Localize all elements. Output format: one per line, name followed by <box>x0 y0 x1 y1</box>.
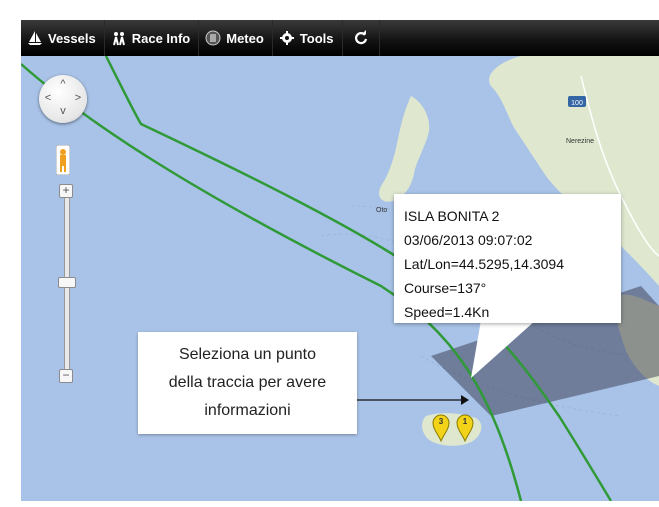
race-info-menu-button[interactable]: Race Info <box>105 20 200 56</box>
street-view-pegman-icon[interactable] <box>55 144 71 176</box>
race-info-label: Race Info <box>131 30 191 46</box>
popup-vessel-name: ISLA BONITA 2 <box>404 208 500 224</box>
gear-icon <box>279 30 295 46</box>
sailboat-icon <box>27 30 43 46</box>
pan-left-icon[interactable]: < <box>42 92 54 104</box>
track-marker-1[interactable]: 1 <box>456 414 474 443</box>
popup-course: Course=137° <box>404 280 487 296</box>
instruction-callout: Seleziona un punto della traccia per ave… <box>138 332 357 434</box>
tools-label: Tools <box>299 30 334 46</box>
zoom-out-button[interactable]: − <box>59 369 73 383</box>
map-app-frame: Vessels Race Info Meteo Tools 100 Nerezi… <box>21 20 659 501</box>
popup-speed: Speed=1.4Kn <box>404 304 490 320</box>
meteo-label: Meteo <box>226 30 264 46</box>
pan-control[interactable]: ^ < > v <box>39 75 87 123</box>
popup-datetime: 03/06/2013 09:07:02 <box>404 232 533 248</box>
popup-tail <box>471 320 536 378</box>
pan-up-icon[interactable]: ^ <box>57 78 69 90</box>
place-label-nerezine: Nerezine <box>566 138 595 145</box>
marker-label: 3 <box>438 417 444 426</box>
instruction-line-3: informazioni <box>204 402 291 419</box>
place-label-oto: Oto <box>376 207 388 214</box>
tools-menu-button[interactable]: Tools <box>273 20 343 56</box>
meteo-icon <box>205 30 221 46</box>
road-badge: 100 <box>571 100 583 107</box>
vessel-info-popup: ISLA BONITA 2 03/06/2013 09:07:02 Lat/Lo… <box>394 194 621 323</box>
crew-icon <box>111 30 127 46</box>
refresh-icon <box>353 30 369 46</box>
instruction-line-2: della traccia per avere <box>168 374 327 391</box>
marker-label: 1 <box>462 417 468 426</box>
vessels-label: Vessels <box>48 30 96 46</box>
vessels-menu-button[interactable]: Vessels <box>21 20 105 56</box>
meteo-menu-button[interactable]: Meteo <box>199 20 273 56</box>
pan-down-icon[interactable]: v <box>57 105 69 117</box>
zoom-slider-thumb[interactable] <box>58 277 76 288</box>
zoom-in-button[interactable]: + <box>59 184 73 198</box>
top-toolbar: Vessels Race Info Meteo Tools <box>21 20 659 56</box>
popup-latlon: Lat/Lon=44.5295,14.3094 <box>404 256 564 272</box>
instruction-line-1: Seleziona un punto <box>178 346 316 363</box>
track-marker-3[interactable]: 3 <box>432 414 450 443</box>
refresh-button[interactable] <box>343 20 380 56</box>
pan-right-icon[interactable]: > <box>72 92 84 104</box>
